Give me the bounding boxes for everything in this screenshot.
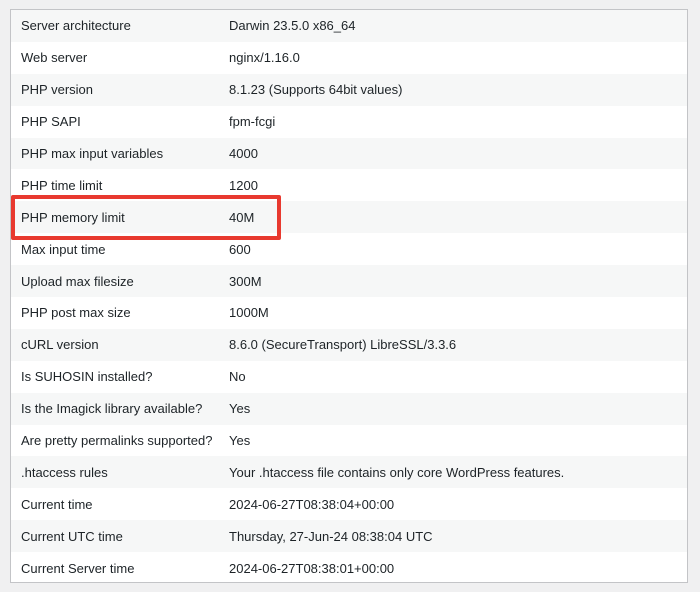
server-info-table: Server architecture Darwin 23.5.0 x86_64… [11, 10, 687, 582]
row-label: Are pretty permalinks supported? [21, 433, 213, 449]
row-label: Current time [21, 496, 93, 512]
row-value: Yes [229, 401, 251, 417]
table-row: cURL version 8.6.0 (SecureTransport) Lib… [11, 328, 687, 361]
table-row: PHP SAPI fpm-fcgi [11, 105, 687, 138]
row-label: Current Server time [21, 560, 135, 576]
table-row: Current time 2024-06-27T08:38:04+00:00 [11, 488, 687, 521]
row-value: Darwin 23.5.0 x86_64 [229, 18, 356, 34]
table-row: Server architecture Darwin 23.5.0 x86_64 [11, 10, 687, 42]
row-label: PHP time limit [21, 177, 103, 193]
table-row: PHP post max size 1000M [11, 297, 687, 329]
row-value: nginx/1.16.0 [229, 50, 300, 66]
row-value: 4000 [229, 146, 258, 161]
row-label: PHP SAPI [21, 114, 81, 130]
row-value: 2024-06-27T08:38:04+00:00 [229, 496, 395, 512]
screenshot-frame: Server architecture Darwin 23.5.0 x86_64… [0, 0, 700, 592]
row-value: 2024-06-27T08:38:01+00:00 [229, 560, 395, 576]
row-label: Web server [21, 50, 88, 66]
row-value: No [229, 369, 246, 385]
table-row: Current Server time 2024-06-27T08:38:01+… [11, 552, 687, 582]
row-value: 300M [229, 273, 262, 289]
row-label: Server architecture [21, 18, 131, 34]
table-row: Max input time 600 [11, 233, 687, 266]
row-label: Current UTC time [21, 528, 123, 544]
table-row: Current UTC time Thursday, 27-Jun-24 08:… [11, 520, 687, 553]
row-label: Is the Imagick library available? [21, 401, 203, 417]
row-label: Upload max filesize [21, 273, 134, 289]
row-value: Yes [229, 433, 251, 449]
table-row: Is SUHOSIN installed? No [11, 360, 687, 393]
table-row: Are pretty permalinks supported? Yes [11, 424, 687, 457]
row-value: fpm-fcgi [229, 114, 276, 130]
server-info-panel: Server architecture Darwin 23.5.0 x86_64… [10, 9, 688, 583]
row-label: PHP version [21, 82, 94, 98]
row-value: 8.6.0 (SecureTransport) LibreSSL/3.3.6 [229, 337, 457, 353]
row-label: PHP post max size [21, 305, 131, 321]
table-row: Upload max filesize 300M [11, 265, 687, 298]
row-label: Is SUHOSIN installed? [21, 369, 153, 385]
row-label: PHP max input variables [21, 146, 164, 161]
table-row: Web server nginx/1.16.0 [11, 41, 687, 74]
row-value: Thursday, 27-Jun-24 08:38:04 UTC [229, 528, 433, 544]
table-row: PHP max input variables 4000 [11, 137, 687, 170]
row-label: PHP memory limit [21, 209, 125, 225]
row-label: Max input time [21, 241, 106, 257]
table-row: Is the Imagick library available? Yes [11, 392, 687, 425]
row-value: 1000M [229, 305, 269, 321]
row-value: Your .htaccess file contains only core W… [229, 464, 565, 480]
row-label: .htaccess rules [21, 464, 108, 480]
row-value: 8.1.23 (Supports 64bit values) [229, 82, 403, 98]
table-row: PHP time limit 1200 [11, 169, 687, 202]
table-row-memory-limit: PHP memory limit 40M [11, 201, 687, 234]
table-row: PHP version 8.1.23 (Supports 64bit value… [11, 73, 687, 106]
row-value: 1200 [229, 177, 258, 193]
row-value: 40M [229, 209, 255, 225]
row-label: cURL version [21, 337, 99, 353]
table-row: .htaccess rules Your .htaccess file cont… [11, 456, 687, 489]
row-value: 600 [229, 241, 251, 257]
